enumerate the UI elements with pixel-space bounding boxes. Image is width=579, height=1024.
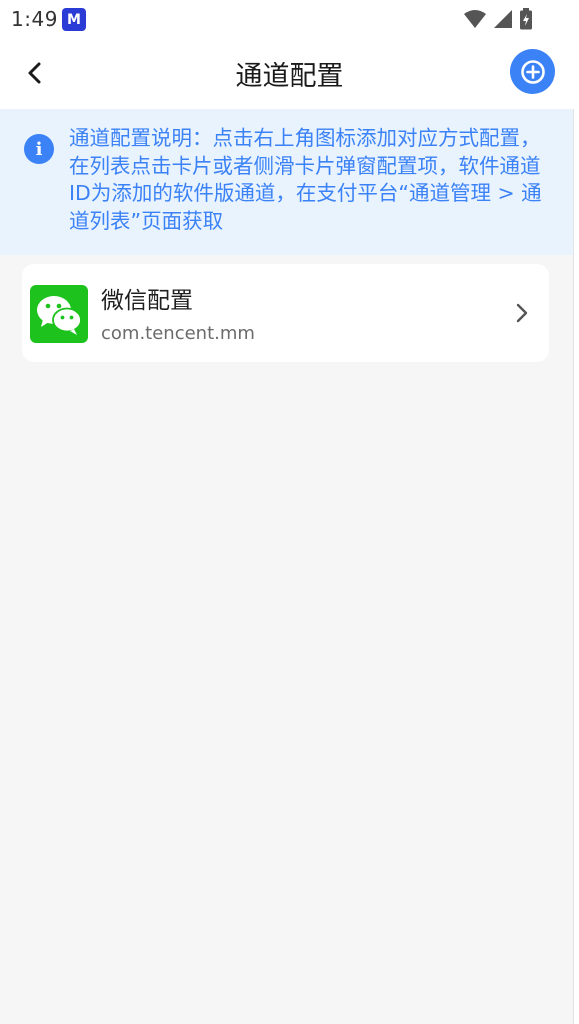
screen: 1:49 M 通道配置 i 通道配置说明：点击右上角图标添加对应方式配置，在列表… [0, 0, 579, 1024]
edge-strip [573, 109, 579, 1024]
add-channel-button[interactable] [510, 49, 555, 94]
status-icons [463, 8, 533, 30]
info-text: 通道配置说明：点击右上角图标添加对应方式配置，在列表点击卡片或者侧滑卡片弹窗配置… [69, 126, 542, 233]
signal-icon [494, 10, 512, 28]
info-banner: i 通道配置说明：点击右上角图标添加对应方式配置，在列表点击卡片或者侧滑卡片弹窗… [0, 109, 573, 255]
wifi-icon [464, 10, 486, 28]
channel-name: 微信配置 [101, 288, 193, 314]
plus-circle-icon [520, 59, 545, 84]
status-bar: 1:49 M [0, 0, 579, 38]
status-time: 1:49 [11, 7, 58, 31]
channel-card-wechat[interactable]: 微信配置 com.tencent.mm [22, 264, 549, 362]
app-header: 通道配置 [0, 38, 579, 109]
info-icon: i [24, 134, 54, 164]
app-badge-icon: M [62, 8, 86, 31]
page-title: 通道配置 [235, 61, 344, 92]
battery-icon [520, 8, 532, 30]
chevron-right-icon [511, 301, 533, 325]
channel-package: com.tencent.mm [101, 323, 255, 344]
wechat-icon [30, 285, 88, 343]
